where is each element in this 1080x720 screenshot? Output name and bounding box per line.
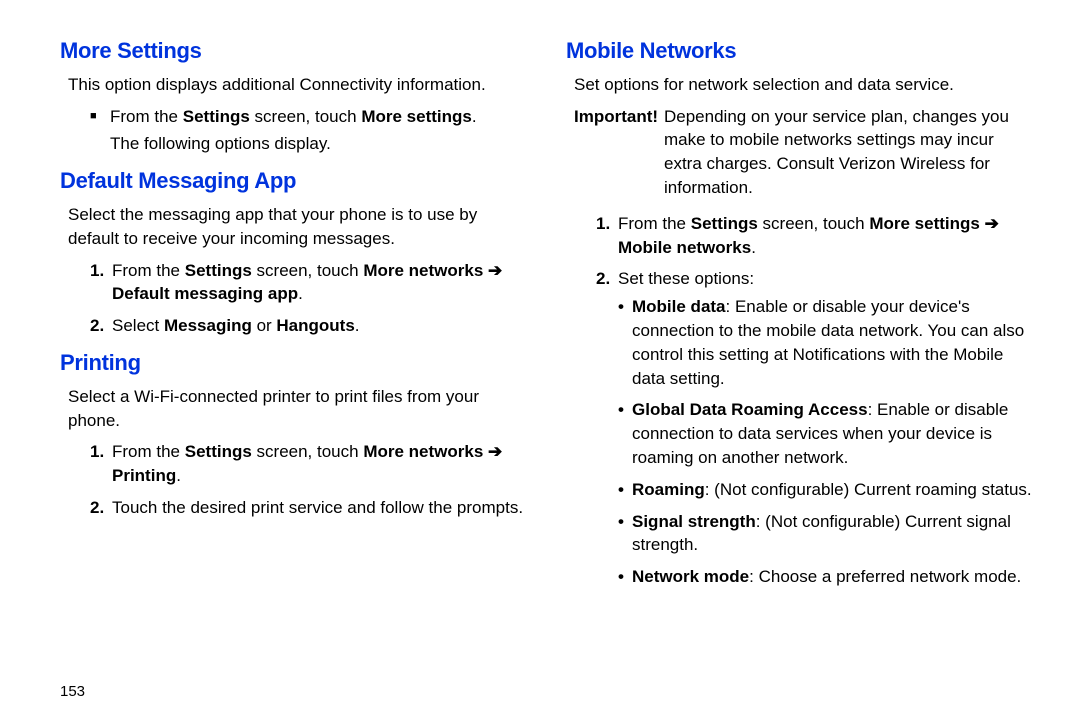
arrow-icon: ➔ (488, 442, 502, 461)
more-settings-followup: The following options display. (110, 132, 526, 156)
printing-intro: Select a Wi-Fi-connected printer to prin… (68, 385, 526, 433)
t: . (298, 284, 303, 303)
mobile-networks-steps: 1. From the Settings screen, touch More … (596, 212, 1032, 597)
t: Set these options: (618, 269, 754, 288)
t: screen, touch (250, 107, 362, 126)
t: Signal strength (632, 512, 756, 531)
important-label: Important! (574, 105, 664, 200)
option-text: Roaming: (Not configurable) Current roam… (632, 478, 1032, 502)
t: . (176, 466, 181, 485)
two-column-layout: More Settings This option displays addit… (60, 36, 1032, 605)
t: From the (112, 261, 185, 280)
t: More settings (361, 107, 472, 126)
important-text: Depending on your service plan, changes … (664, 105, 1032, 200)
options-list: •Mobile data: Enable or disable your dev… (618, 295, 1032, 589)
more-settings-bullet: ■ From the Settings screen, touch More s… (90, 105, 526, 129)
t: screen, touch (252, 261, 364, 280)
heading-mobile-networks: Mobile Networks (566, 36, 1032, 67)
t: From the (618, 214, 691, 233)
step-text: From the Settings screen, touch More net… (112, 259, 526, 307)
t: . (751, 238, 756, 257)
t: Default messaging app (112, 284, 298, 303)
t: . (472, 107, 477, 126)
t: . (355, 316, 360, 335)
step-text: Touch the desired print service and foll… (112, 496, 526, 520)
list-item: 1. From the Settings screen, touch More … (90, 259, 526, 307)
t: or (252, 316, 277, 335)
step-text: Set these options: •Mobile data: Enable … (618, 267, 1032, 597)
arrow-icon: ➔ (985, 214, 999, 233)
step-text: From the Settings screen, touch More net… (112, 440, 526, 488)
t: Roaming (632, 480, 705, 499)
list-item: 2. Set these options: •Mobile data: Enab… (596, 267, 1032, 597)
step-number: 2. (90, 314, 112, 338)
step-text: From the Settings screen, touch More set… (618, 212, 1032, 260)
right-column: Mobile Networks Set options for network … (566, 36, 1032, 605)
step-number: 2. (90, 496, 112, 520)
t: Mobile data (632, 297, 726, 316)
option-text: Signal strength: (Not configurable) Curr… (632, 510, 1032, 558)
bullet-icon: • (618, 478, 632, 502)
t: screen, touch (758, 214, 870, 233)
important-note: Important! Depending on your service pla… (574, 105, 1032, 200)
list-item: 1. From the Settings screen, touch More … (90, 440, 526, 488)
mobile-networks-intro: Set options for network selection and da… (574, 73, 1032, 97)
t: Mobile networks (618, 238, 751, 257)
list-item: •Roaming: (Not configurable) Current roa… (618, 478, 1032, 502)
t: Messaging (164, 316, 252, 335)
list-item: •Network mode: Choose a preferred networ… (618, 565, 1032, 589)
list-item: •Mobile data: Enable or disable your dev… (618, 295, 1032, 390)
step-number: 1. (90, 440, 112, 488)
list-item: •Global Data Roaming Access: Enable or d… (618, 398, 1032, 469)
arrow-icon: ➔ (488, 261, 502, 280)
t: Settings (185, 261, 252, 280)
step-number: 2. (596, 267, 618, 597)
more-settings-intro: This option displays additional Connecti… (68, 73, 526, 97)
list-item: 2. Select Messaging or Hangouts. (90, 314, 526, 338)
heading-more-settings: More Settings (60, 36, 526, 67)
default-messaging-steps: 1. From the Settings screen, touch More … (90, 259, 526, 338)
t: Network mode (632, 567, 749, 586)
bullet-text: From the Settings screen, touch More set… (110, 105, 526, 129)
bullet-icon: • (618, 510, 632, 558)
default-messaging-intro: Select the messaging app that your phone… (68, 203, 526, 251)
t: More networks (363, 261, 488, 280)
list-item: 2. Touch the desired print service and f… (90, 496, 526, 520)
t: From the (112, 442, 185, 461)
step-number: 1. (596, 212, 618, 260)
t: Select (112, 316, 164, 335)
t: More networks (363, 442, 488, 461)
t: : Choose a preferred network mode. (749, 567, 1021, 586)
t: : (Not configurable) Current roaming sta… (705, 480, 1032, 499)
t: Hangouts (276, 316, 354, 335)
bullet-icon: • (618, 295, 632, 390)
t: Printing (112, 466, 176, 485)
t: More settings (869, 214, 984, 233)
square-bullet-icon: ■ (90, 105, 110, 129)
list-item: 1. From the Settings screen, touch More … (596, 212, 1032, 260)
t: Settings (185, 442, 252, 461)
list-item: •Signal strength: (Not configurable) Cur… (618, 510, 1032, 558)
bullet-icon: • (618, 565, 632, 589)
page-number: 153 (60, 681, 85, 702)
heading-printing: Printing (60, 348, 526, 379)
option-text: Network mode: Choose a preferred network… (632, 565, 1032, 589)
option-text: Global Data Roaming Access: Enable or di… (632, 398, 1032, 469)
t: Settings (183, 107, 250, 126)
t: Global Data Roaming Access (632, 400, 868, 419)
printing-steps: 1. From the Settings screen, touch More … (90, 440, 526, 519)
left-column: More Settings This option displays addit… (60, 36, 526, 605)
heading-default-messaging: Default Messaging App (60, 166, 526, 197)
bullet-icon: • (618, 398, 632, 469)
step-number: 1. (90, 259, 112, 307)
t: Settings (691, 214, 758, 233)
option-text: Mobile data: Enable or disable your devi… (632, 295, 1032, 390)
t: screen, touch (252, 442, 364, 461)
t: From the (110, 107, 183, 126)
step-text: Select Messaging or Hangouts. (112, 314, 526, 338)
